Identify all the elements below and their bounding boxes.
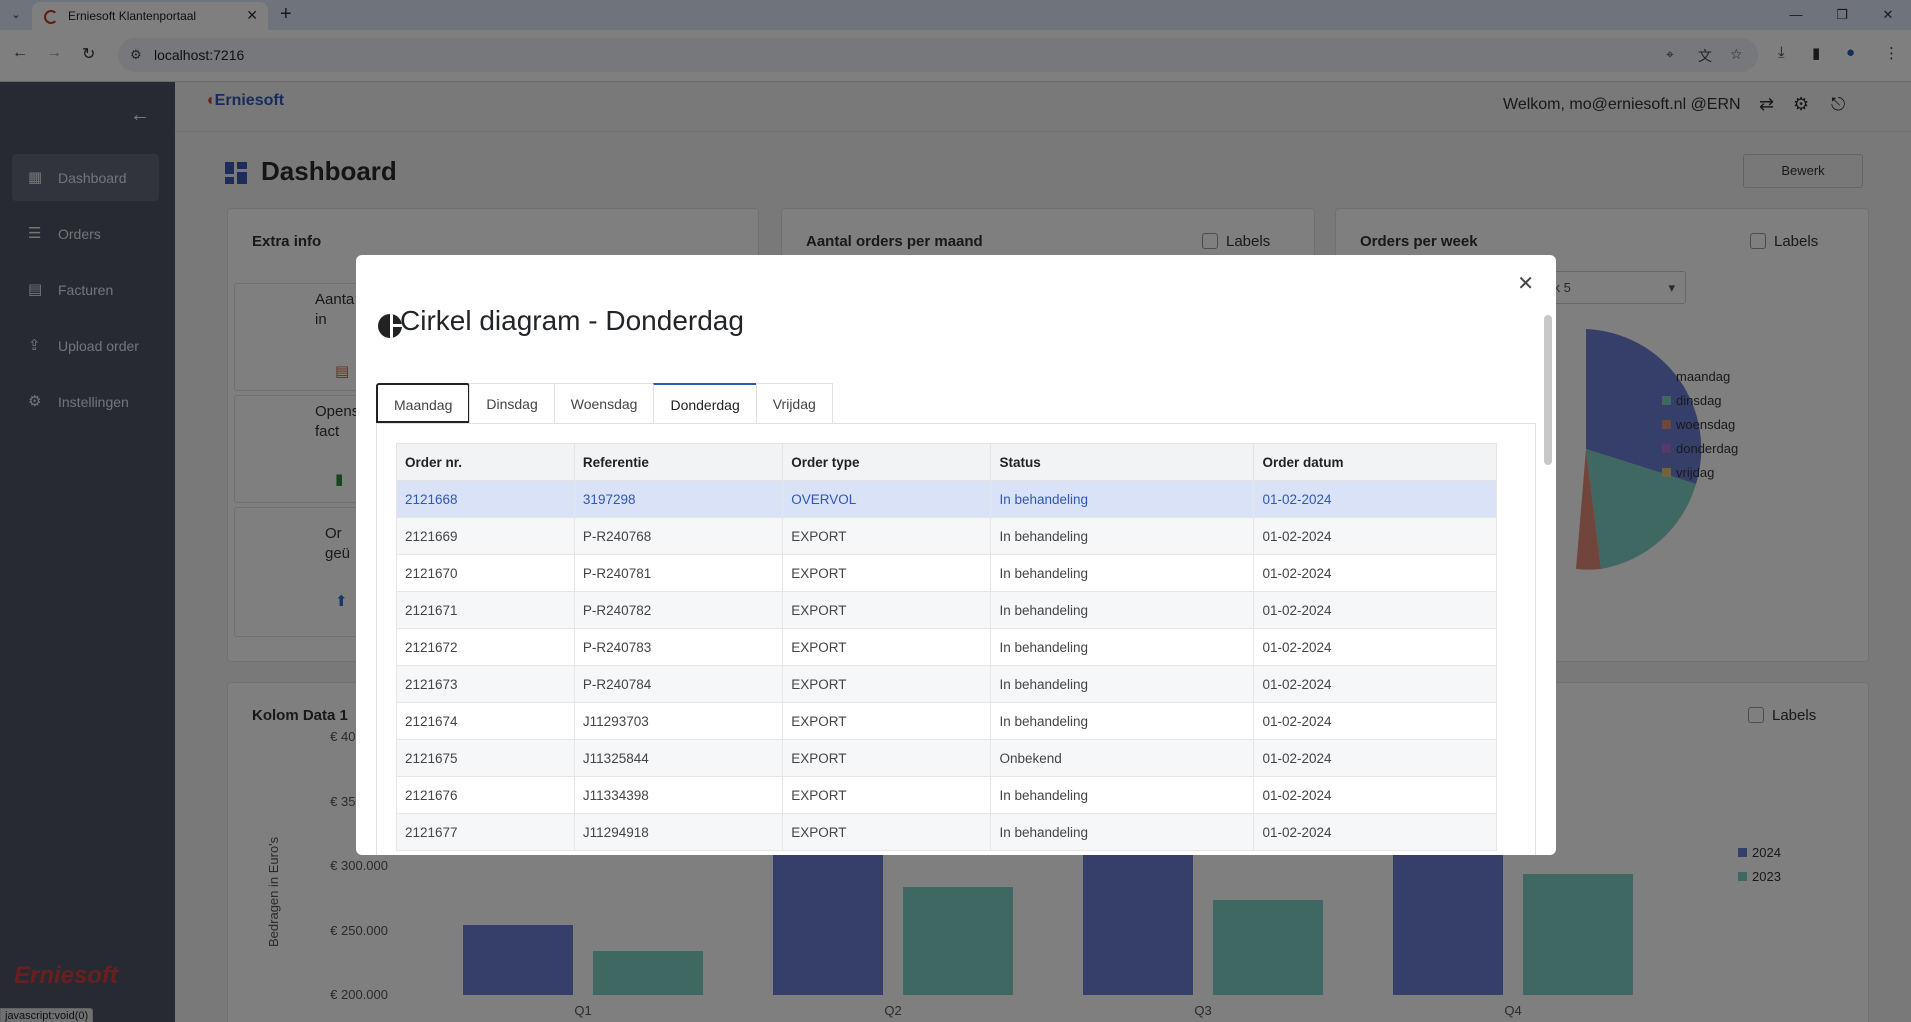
pie-detail-modal: ✕ Cirkel diagram - Donderdag Maandag Din…: [356, 255, 1556, 855]
table-cell: 2121670: [396, 554, 575, 592]
table-cell: In behandeling: [990, 591, 1255, 629]
tab-dinsdag[interactable]: Dinsdag: [469, 383, 555, 423]
table-row[interactable]: 2121668 3197298 OVERVOL In behandeling 01-02…: [396, 480, 1497, 518]
table-cell: 01-02-2024: [1253, 813, 1497, 851]
modal-title: Cirkel diagram - Donderdag: [400, 305, 744, 336]
table-cell: 01-02-2024: [1253, 628, 1497, 666]
column-header[interactable]: Status: [990, 443, 1255, 481]
table-cell: EXPORT: [782, 776, 992, 814]
table-header-row: Order nr. Referentie Order type Status O…: [396, 443, 1497, 481]
table-cell: In behandeling: [990, 665, 1255, 703]
table-cell: In behandeling: [990, 702, 1255, 740]
table-cell: Onbekend: [990, 739, 1255, 777]
table-cell: 01-02-2024: [1253, 591, 1497, 629]
table-row[interactable]: 2121669 P-R240768 EXPORT In behandeling 01-0…: [396, 517, 1497, 555]
table-cell: 01-02-2024: [1253, 517, 1497, 555]
modal-scrollbar[interactable]: [1544, 315, 1552, 465]
table-cell: OVERVOL: [782, 480, 992, 518]
pie-chart-icon: [378, 314, 402, 338]
tab-vrijdag[interactable]: Vrijdag: [755, 383, 833, 423]
table-cell: 01-02-2024: [1253, 480, 1497, 518]
table-cell: 01-02-2024: [1253, 739, 1497, 777]
table-cell: J11325844: [573, 739, 784, 777]
table-cell: P-R240783: [573, 628, 784, 666]
table-cell: P-R240781: [573, 554, 784, 592]
table-cell: In behandeling: [990, 813, 1255, 851]
column-header[interactable]: Referentie: [573, 443, 784, 481]
table-cell: 2121669: [396, 517, 575, 555]
table-row[interactable]: 2121675 J11325844 EXPORT Onbekend 01-02-2024: [396, 739, 1497, 777]
table-cell: In behandeling: [990, 517, 1255, 555]
table-cell: EXPORT: [782, 517, 992, 555]
table-cell: J11294918: [573, 813, 784, 851]
table-cell: 3197298: [573, 480, 784, 518]
table-cell: 2121668: [396, 480, 575, 518]
table-cell: EXPORT: [782, 702, 992, 740]
table-cell: P-R240782: [573, 591, 784, 629]
tab-maandag[interactable]: Maandag: [376, 383, 471, 423]
table-row[interactable]: 2121671 P-R240782 EXPORT In behandeling 01-0…: [396, 591, 1497, 629]
table-cell: J11293703: [573, 702, 784, 740]
table-cell: EXPORT: [782, 628, 992, 666]
tab-woensdag[interactable]: Woensdag: [553, 383, 655, 423]
table-cell: EXPORT: [782, 665, 992, 703]
table-row[interactable]: 2121674 J11293703 EXPORT In behandeling 01-0…: [396, 702, 1497, 740]
table-row[interactable]: 2121670 P-R240781 EXPORT In behandeling 01-0…: [396, 554, 1497, 592]
table-cell: EXPORT: [782, 591, 992, 629]
table-cell: EXPORT: [782, 554, 992, 592]
table-cell: 2121676: [396, 776, 575, 814]
table-cell: EXPORT: [782, 813, 992, 851]
table-cell: In behandeling: [990, 480, 1255, 518]
tab-donderdag[interactable]: Donderdag: [653, 383, 757, 423]
table-row[interactable]: 2121676 J11334398 EXPORT In behandeling 01-0…: [396, 776, 1497, 814]
table-cell: P-R240768: [573, 517, 784, 555]
table-cell: 2121674: [396, 702, 575, 740]
table-cell: In behandeling: [990, 776, 1255, 814]
orders-table: Order nr. Referentie Order type Status O…: [396, 443, 1497, 851]
table-cell: J11334398: [573, 776, 784, 814]
table-cell: 01-02-2024: [1253, 776, 1497, 814]
table-cell: 2121672: [396, 628, 575, 666]
table-cell: P-R240784: [573, 665, 784, 703]
table-cell: 01-02-2024: [1253, 702, 1497, 740]
close-icon[interactable]: ✕: [1517, 271, 1534, 296]
table-cell: 01-02-2024: [1253, 665, 1497, 703]
table-cell: In behandeling: [990, 628, 1255, 666]
table-row[interactable]: 2121672 P-R240783 EXPORT In behandeling 01-0…: [396, 628, 1497, 666]
day-tabs: Maandag Dinsdag Woensdag Donderdag Vrijd…: [376, 383, 833, 423]
column-header[interactable]: Order datum: [1253, 443, 1497, 481]
table-cell: 2121671: [396, 591, 575, 629]
table-cell: 2121677: [396, 813, 575, 851]
table-cell: In behandeling: [990, 554, 1255, 592]
column-header[interactable]: Order nr.: [396, 443, 575, 481]
table-cell: 2121673: [396, 665, 575, 703]
table-cell: 2121675: [396, 739, 575, 777]
table-row[interactable]: 2121677 J11294918 EXPORT In behandeling 01-0…: [396, 813, 1497, 851]
table-cell: EXPORT: [782, 739, 992, 777]
column-header[interactable]: Order type: [782, 443, 992, 481]
table-row[interactable]: 2121673 P-R240784 EXPORT In behandeling 01-0…: [396, 665, 1497, 703]
table-cell: 01-02-2024: [1253, 554, 1497, 592]
